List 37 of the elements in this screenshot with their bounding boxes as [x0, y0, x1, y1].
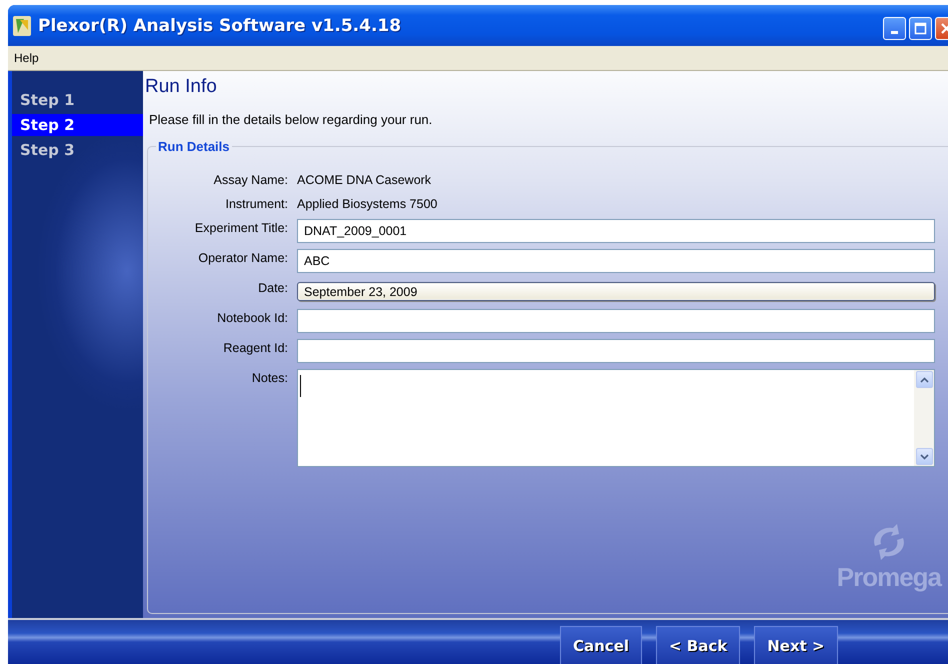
wizard-button[interactable]: Next > [754, 626, 838, 664]
step-item[interactable]: Step 3 [12, 139, 143, 161]
chevron-down-icon [920, 454, 928, 460]
wizard-button[interactable]: Cancel [560, 626, 642, 664]
field-label: Date: [257, 280, 288, 297]
menu-item[interactable]: Help [8, 51, 45, 65]
wizard-button[interactable]: < Back [656, 626, 740, 664]
step-item[interactable]: Step 1 [12, 89, 143, 111]
input-field[interactable] [297, 309, 935, 333]
field-value: ACOME DNA Casework [297, 172, 432, 189]
group-title: Run Details [157, 139, 231, 154]
field-label: Instrument: [224, 196, 288, 213]
chevron-up-icon [920, 376, 928, 382]
minimize-button[interactable] [883, 17, 906, 40]
field-label: Reagent Id: [222, 340, 288, 357]
field-label: Notes: [250, 370, 288, 387]
field-label: Notebook Id: [216, 310, 288, 327]
notes-field[interactable] [297, 369, 935, 467]
maximize-icon [914, 22, 927, 35]
brand-name: Promega [836, 562, 941, 593]
minimize-icon [891, 30, 898, 34]
input-field[interactable]: ABC [297, 249, 935, 273]
field-value: Applied Biosystems 7500 [297, 196, 438, 213]
input-field[interactable]: DNAT_2009_0001 [297, 219, 935, 243]
step-item[interactable]: Step 2 [12, 114, 143, 136]
field-label: Operator Name: [197, 250, 288, 267]
scroll-up-button[interactable] [916, 371, 932, 388]
maximize-button[interactable] [909, 17, 932, 40]
instruction-text: Please fill in the details below regarding your run. [149, 112, 434, 127]
field-label: Assay Name: [212, 172, 288, 189]
page-heading: Run Info [145, 76, 218, 99]
window-title: Plexor(R) Analysis Software v1.5.4.18 [38, 16, 402, 36]
date-field[interactable]: September 23, 2009 [297, 282, 935, 301]
app-icon [12, 14, 32, 36]
scroll-down-button[interactable] [916, 448, 932, 465]
field-label: Experiment Title: [194, 220, 288, 237]
input-field[interactable] [297, 339, 935, 363]
